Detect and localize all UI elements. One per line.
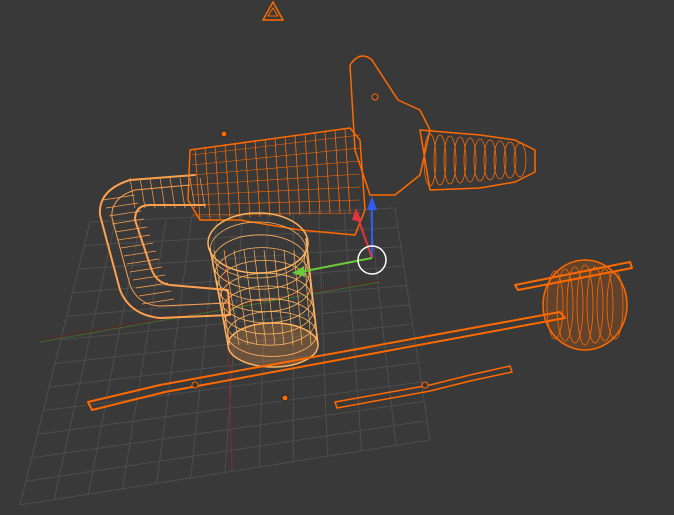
body-wire (214, 145, 221, 220)
body-wire (191, 160, 361, 176)
handle-wire (132, 274, 166, 281)
body-wire (344, 128, 351, 213)
3d-viewport[interactable] (0, 0, 674, 515)
handle-wire (111, 218, 145, 225)
camera-object[interactable] (261, 0, 285, 21)
handle-wire (138, 290, 172, 297)
side-grip-cylinder (542, 259, 628, 351)
body-wire (264, 138, 271, 217)
y-axis-line (224, 249, 233, 471)
bit-origin-dot (421, 381, 429, 389)
body-wire (224, 144, 231, 219)
handle-wire (179, 177, 186, 209)
body-wire (204, 146, 211, 220)
body-wire (244, 141, 251, 218)
handle-wire (120, 242, 154, 249)
gizmo-z-arrow-icon[interactable] (367, 196, 377, 210)
drill-chuck[interactable] (419, 129, 536, 191)
camera-icon (261, 0, 285, 21)
floor-origin-dot (281, 394, 289, 402)
handle-wire (199, 177, 206, 209)
handle-wire (123, 250, 157, 257)
body-wire (191, 199, 361, 206)
chuck-nose (419, 129, 536, 191)
handle-wire (169, 177, 176, 209)
origin-dot (220, 130, 228, 138)
body-wire (314, 132, 321, 215)
body-wireframe (191, 128, 361, 221)
handle-wire (117, 234, 151, 241)
handle-wire (126, 258, 160, 265)
body-wire (284, 136, 291, 216)
handle-wire (129, 177, 136, 209)
battery-ring (214, 247, 310, 301)
chuck-wireframe (423, 133, 527, 187)
body-wire (191, 186, 361, 196)
body-wire (304, 133, 311, 215)
handle-wire (139, 177, 146, 209)
handle-wire (114, 226, 148, 233)
body-wire (234, 142, 241, 219)
handle-wire (141, 298, 175, 305)
viewport-canvas[interactable] (0, 0, 674, 515)
battery-ring (209, 221, 307, 279)
grid-line (369, 209, 397, 446)
side-grip[interactable] (514, 259, 633, 351)
body-wire (254, 140, 261, 218)
origin-dot (371, 93, 379, 101)
body-wire (194, 147, 201, 221)
handle-wire (105, 202, 139, 209)
handle-wire (159, 177, 166, 209)
grid-line (343, 210, 363, 451)
rod-origin-dot (191, 381, 199, 389)
body-wire (294, 134, 301, 216)
handle-wire (129, 266, 163, 273)
body-wire (274, 137, 281, 217)
handle-wire (149, 177, 156, 209)
